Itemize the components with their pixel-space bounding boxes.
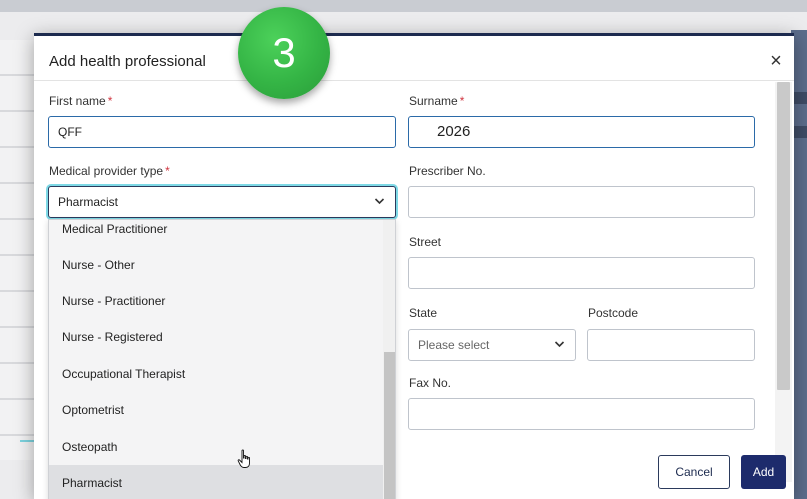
first-name-input[interactable]: QFF [48, 116, 396, 148]
prescriber-no-input[interactable] [408, 186, 755, 218]
option-nurse-other[interactable]: Nurse - Other [49, 247, 383, 283]
surname-input[interactable]: 2026 [408, 116, 755, 148]
postcode-label: Postcode [588, 306, 639, 320]
fax-no-input[interactable] [408, 398, 755, 430]
first-name-label: First name * [49, 94, 112, 108]
medical-provider-type-select[interactable]: Pharmacist [48, 186, 396, 218]
option-nurse-practitioner[interactable]: Nurse - Practitioner [49, 283, 383, 319]
fax-no-label: Fax No. [409, 376, 452, 390]
surname-label: Surname * [409, 94, 464, 108]
medical-provider-type-value: Pharmacist [58, 195, 119, 209]
required-marker: * [107, 94, 113, 108]
option-pharmacist[interactable]: Pharmacist [49, 465, 383, 499]
state-label: State [409, 306, 438, 320]
state-placeholder: Please select [418, 338, 490, 352]
add-button[interactable]: Add [741, 455, 786, 489]
required-marker: * [459, 94, 465, 108]
option-optometrist[interactable]: Optometrist [49, 392, 383, 428]
first-name-label-text: First name [49, 94, 106, 108]
postcode-input[interactable] [587, 329, 755, 361]
medical-provider-type-label: Medical provider type * [49, 164, 170, 178]
dialog-scrollbar-thumb[interactable] [777, 82, 790, 390]
dropdown-scrollbar[interactable] [383, 220, 395, 499]
background-top-bar [0, 0, 807, 12]
medical-provider-type-options: Medical Practitioner Nurse - Other Nurse… [48, 219, 396, 499]
dialog-title: Add health professional [49, 53, 206, 70]
dialog-divider [34, 80, 794, 81]
cancel-button[interactable]: Cancel [658, 455, 730, 489]
option-osteopath[interactable]: Osteopath [49, 429, 383, 465]
medical-provider-type-label-text: Medical provider type [49, 164, 164, 178]
step-number-badge: 3 [238, 7, 330, 99]
surname-label-text: Surname [409, 94, 458, 108]
dropdown-scrollbar-thumb[interactable] [384, 352, 395, 499]
hand-pointer-icon [237, 449, 253, 474]
state-select[interactable]: Please select [408, 329, 576, 361]
close-icon[interactable]: × [767, 51, 785, 71]
street-input[interactable] [408, 257, 755, 289]
prescriber-no-label: Prescriber No. [409, 164, 486, 178]
option-medical-practitioner[interactable]: Medical Practitioner [49, 220, 383, 247]
option-occupational-therapist[interactable]: Occupational Therapist [49, 356, 383, 392]
option-nurse-registered[interactable]: Nurse - Registered [49, 319, 383, 355]
add-health-professional-dialog: Add health professional × First name * QF… [34, 33, 794, 499]
chevron-down-icon [554, 330, 565, 372]
street-label: Street [409, 235, 442, 249]
dialog-scrollbar[interactable] [775, 82, 792, 482]
required-marker: * [165, 164, 170, 178]
